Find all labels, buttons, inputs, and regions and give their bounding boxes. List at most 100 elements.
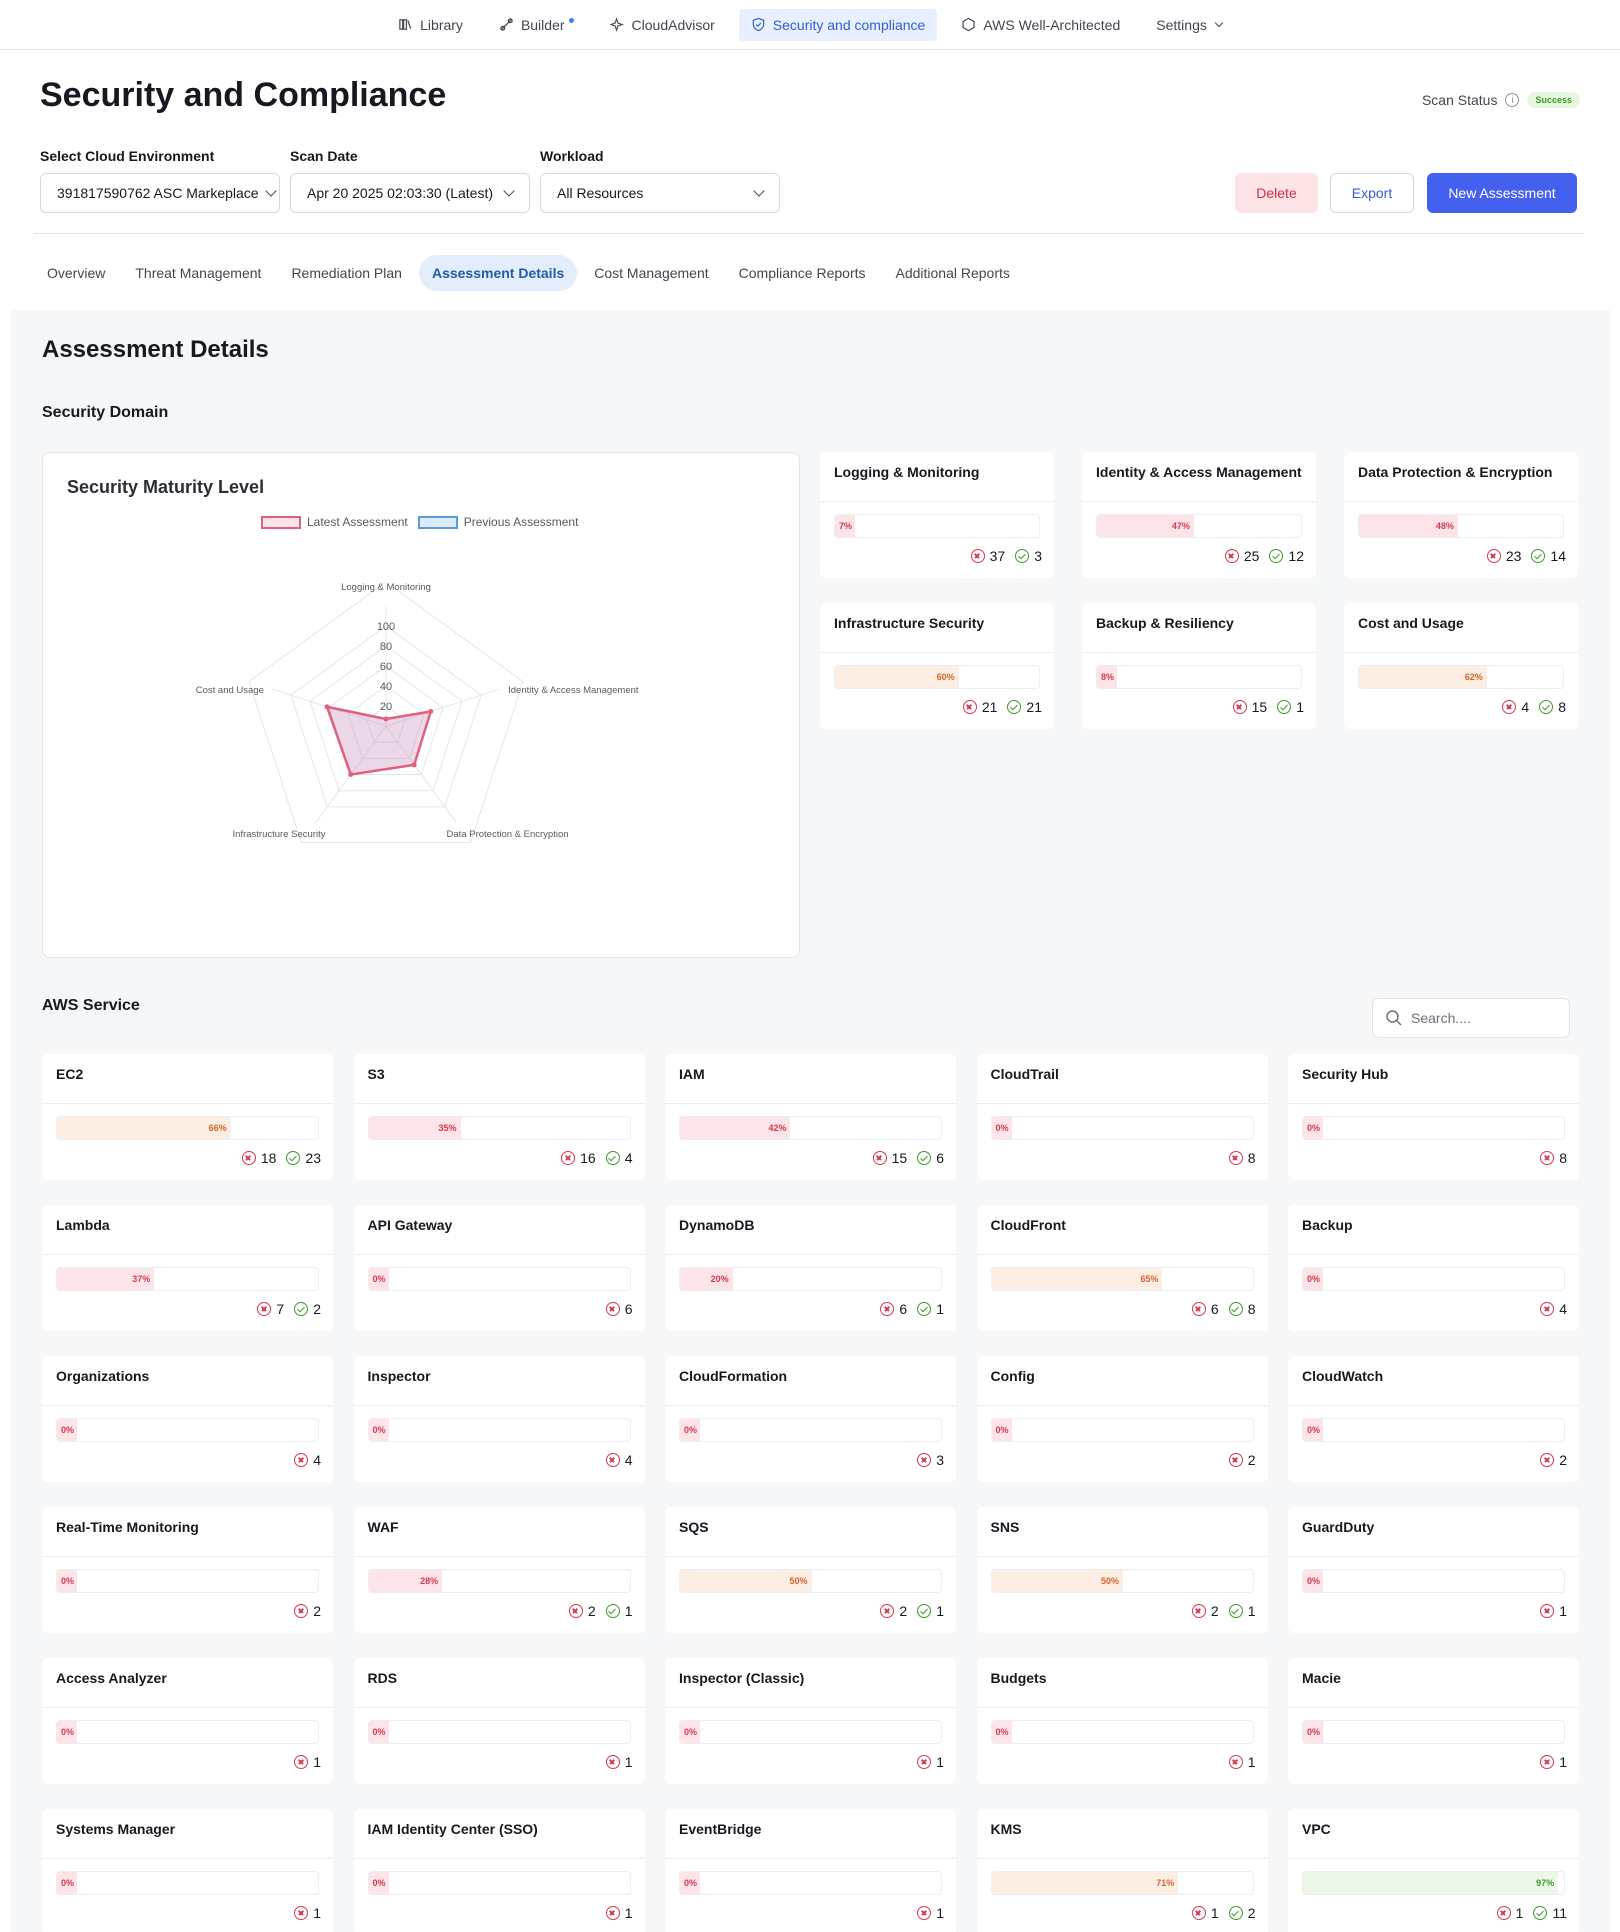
passed-icon (1539, 700, 1554, 714)
info-icon[interactable]: i (1505, 93, 1520, 107)
service-card[interactable]: Inspector 0% 4 (353, 1356, 645, 1482)
service-card[interactable]: Access Analyzer 0% 1 (42, 1658, 333, 1784)
service-card[interactable]: Macie 0% 1 (1288, 1658, 1579, 1784)
nav-item-cloudadvisor[interactable]: CloudAdvisor (598, 9, 727, 41)
nav-label: AWS Well-Architected (983, 16, 1121, 33)
card-title: WAF (367, 1519, 399, 1535)
new-assessment-button[interactable]: New Assessment (1427, 173, 1577, 213)
delete-button[interactable]: Delete (1235, 173, 1318, 213)
service-card[interactable]: EC2 66% 18 23 (42, 1054, 333, 1180)
service-card[interactable]: EventBridge 0% 1 (665, 1809, 956, 1932)
domain-card[interactable]: Backup & Resiliency 8% 15 1 (1082, 603, 1316, 729)
domain-card[interactable]: Data Protection & Encryption 48% 23 14 (1344, 452, 1578, 578)
card-title: Systems Manager (56, 1821, 176, 1837)
failed-count: 4 (1540, 1301, 1567, 1317)
tab-remediation-plan[interactable]: Remediation Plan (278, 255, 415, 291)
passed-icon (1015, 549, 1030, 563)
nav-item-aws-well-architected[interactable]: AWS Well-Architected (949, 9, 1132, 41)
progress-bar: 0% (990, 1720, 1254, 1744)
nav-item-settings[interactable]: Settings (1144, 9, 1234, 41)
finding-counts: 4 (294, 1452, 321, 1468)
progress-label: 37% (132, 1274, 151, 1284)
passed-icon (917, 1302, 932, 1316)
service-card[interactable]: CloudFront 65% 6 8 (976, 1205, 1268, 1331)
radar-point[interactable] (348, 772, 354, 778)
workload-select[interactable]: All Resources (540, 173, 780, 213)
nav-item-security-and-compliance[interactable]: Security and compliance (738, 8, 938, 41)
progress-label: 0% (372, 1727, 386, 1737)
page-title: Security and Compliance (40, 76, 447, 114)
service-card[interactable]: SQS 50% 2 1 (665, 1507, 956, 1633)
service-card[interactable]: VPC 97% 1 11 (1288, 1809, 1579, 1932)
nav-item-library[interactable]: Library (386, 9, 475, 41)
finding-counts: 21 (568, 1603, 633, 1619)
card-title: Organizations (56, 1368, 150, 1384)
service-card[interactable]: CloudTrail 0% 8 (976, 1054, 1268, 1180)
nav-item-builder[interactable]: Builder (487, 9, 586, 41)
service-card[interactable]: API Gateway 0% 6 (353, 1205, 645, 1331)
radar-point[interactable] (428, 708, 434, 714)
radar-point[interactable] (411, 762, 417, 768)
workload-filter: Workload All Resources (540, 148, 780, 213)
passed-icon (1533, 1906, 1548, 1920)
domain-card[interactable]: Cost and Usage 62% 4 8 (1344, 603, 1578, 729)
tab-additional-reports[interactable]: Additional Reports (883, 255, 1023, 291)
service-card[interactable]: DynamoDB 20% 6 1 (665, 1205, 956, 1331)
finding-counts: 72 (257, 1301, 321, 1317)
scan-date-select[interactable]: Apr 20 2025 02:03:30 (Latest) (290, 173, 530, 213)
tab-overview[interactable]: Overview (34, 255, 118, 291)
failed-icon (872, 1151, 887, 1165)
passed-count: 4 (605, 1150, 633, 1166)
failed-icon (970, 549, 985, 563)
service-card[interactable]: RDS 0% 1 (353, 1658, 645, 1784)
service-card[interactable]: WAF 28% 2 1 (353, 1507, 645, 1633)
service-card[interactable]: Budgets 0% 1 (976, 1658, 1268, 1784)
service-card[interactable]: GuardDuty 0% 1 (1288, 1507, 1579, 1633)
progress-label: 0% (995, 1123, 1009, 1133)
service-card[interactable]: Real-Time Monitoring 0% 2 (42, 1507, 333, 1633)
finding-counts: 1 (1540, 1754, 1567, 1770)
service-card[interactable]: Backup 0% 4 (1288, 1205, 1579, 1331)
card-divider (665, 1103, 956, 1104)
export-button[interactable]: Export (1330, 173, 1414, 213)
nav-label: Builder (520, 16, 565, 33)
search-input[interactable] (1411, 1010, 1551, 1026)
card-title: Security Hub (1302, 1066, 1389, 1082)
radar-tick-label: 80 (380, 641, 392, 653)
service-card[interactable]: Inspector (Classic) 0% 1 (665, 1658, 956, 1784)
service-card[interactable]: CloudFormation 0% 3 (665, 1356, 956, 1482)
service-card[interactable]: Lambda 37% 7 2 (42, 1205, 333, 1331)
card-title: Config (990, 1368, 1035, 1384)
passed-icon (286, 1151, 301, 1165)
finding-counts: 1 11 (1496, 1905, 1567, 1921)
progress-label: 35% (438, 1123, 457, 1133)
radar-axis-label: Infrastructure Security (233, 829, 326, 840)
service-card[interactable]: Systems Manager 0% 1 (42, 1809, 333, 1932)
cloud-environment-select[interactable]: 391817590762 ASC Markeplace (40, 173, 280, 213)
tab-assessment-details[interactable]: Assessment Details (418, 255, 578, 291)
service-card[interactable]: CloudWatch 0% 2 (1288, 1356, 1579, 1482)
service-card[interactable]: Config 0% 2 (976, 1356, 1268, 1482)
progress-label: 60% (936, 672, 955, 682)
service-card[interactable]: Organizations 0% 4 (42, 1356, 333, 1482)
domain-card[interactable]: Identity & Access Management 47% 25 12 (1082, 452, 1316, 578)
progress-bar: 50% (679, 1569, 942, 1593)
tab-cost-management[interactable]: Cost Management (581, 255, 721, 291)
card-divider (353, 1707, 645, 1708)
service-card[interactable]: S3 35% 16 4 (353, 1054, 645, 1180)
radar-point[interactable] (383, 716, 389, 722)
domain-card[interactable]: Logging & Monitoring 7% 37 3 (820, 452, 1054, 578)
failed-count: 2 (880, 1603, 907, 1619)
card-title: Inspector (Classic) (679, 1670, 805, 1686)
tab-compliance-reports[interactable]: Compliance Reports (726, 255, 879, 291)
service-card[interactable]: SNS 50% 2 1 (976, 1507, 1268, 1633)
service-card[interactable]: Security Hub 0% 8 (1288, 1054, 1579, 1180)
service-card[interactable]: KMS 71% 1 2 (976, 1809, 1268, 1932)
domain-card[interactable]: Infrastructure Security 60% 21 21 (820, 603, 1054, 729)
service-card[interactable]: IAM Identity Center (SSO) 0% 1 (353, 1809, 645, 1932)
scan-status-label: Scan Status (1421, 92, 1498, 108)
service-card[interactable]: IAM 42% 15 6 (665, 1054, 956, 1180)
tab-threat-management[interactable]: Threat Management (122, 255, 274, 291)
radar-point[interactable] (324, 704, 330, 710)
progress-label: 0% (1307, 1727, 1321, 1737)
